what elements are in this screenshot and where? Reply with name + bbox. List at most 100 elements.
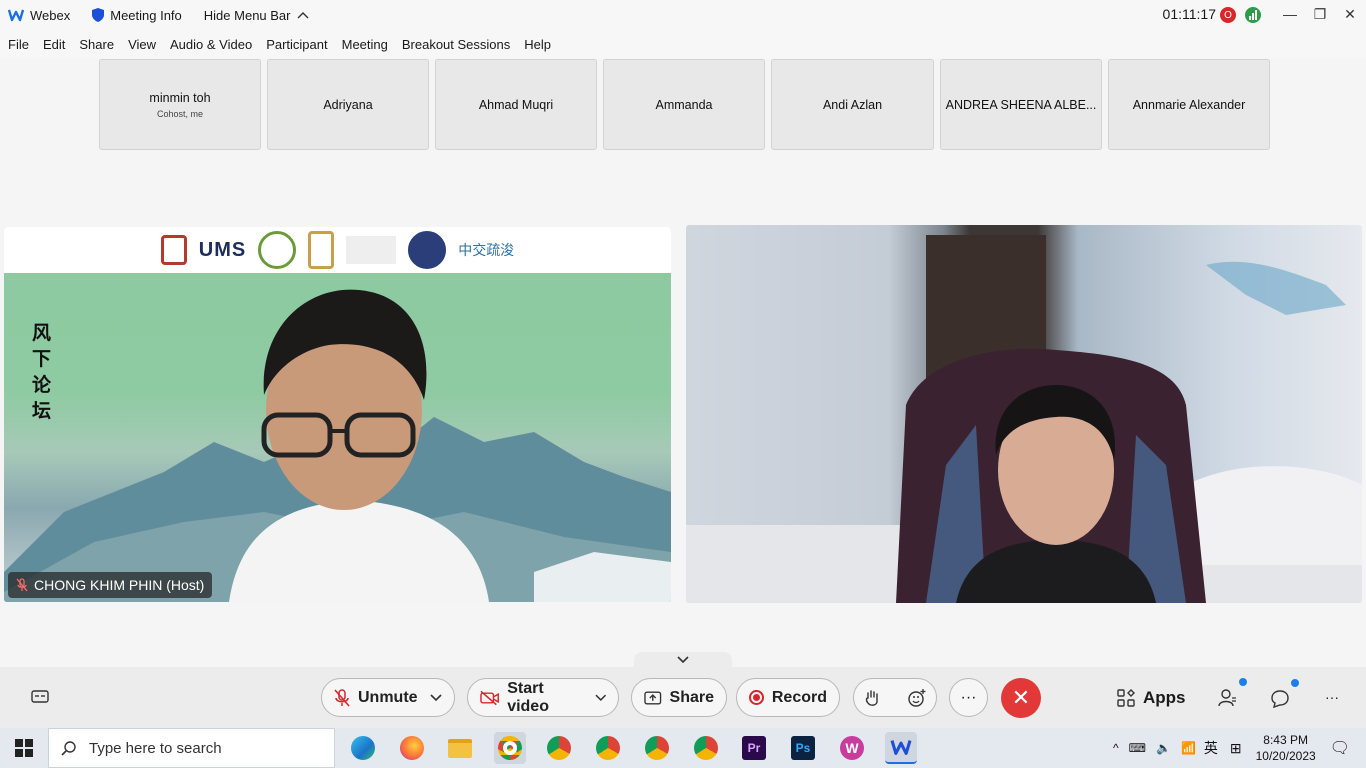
participant-tile[interactable]: Annmarie Alexander xyxy=(1108,59,1270,150)
university-crest-icon xyxy=(160,235,187,265)
clock-time: 8:43 PM xyxy=(1263,733,1308,747)
windows-logo-icon xyxy=(15,739,33,757)
participant-role: Cohost, me xyxy=(156,108,204,119)
title-bar: Webex Meeting Info Hide Menu Bar 01:11:1… xyxy=(0,0,1366,30)
chevron-up-icon[interactable]: ^ xyxy=(1113,741,1119,755)
ime-mode-icon[interactable]: ⊞ xyxy=(1230,740,1242,757)
meeting-info-label: Meeting Info xyxy=(110,7,182,23)
start-video-button[interactable]: Start video xyxy=(467,678,619,717)
host-name-tag: CHONG KHIM PHIN (Host) xyxy=(8,572,213,598)
participant-strip: minmin toh Cohost, me Adriyana Ahmad Muq… xyxy=(99,59,1270,150)
chat-icon[interactable] xyxy=(1270,689,1290,709)
app-title: Webex xyxy=(8,8,70,23)
recording-indicator[interactable]: O xyxy=(1220,7,1236,23)
search-icon xyxy=(61,741,76,756)
participant-tile[interactable]: Ahmad Muqri xyxy=(435,59,597,150)
participant-tile[interactable]: minmin toh Cohost, me xyxy=(99,59,261,150)
participant-tile[interactable]: Andi Azlan xyxy=(771,59,934,150)
network-health-icon[interactable] xyxy=(1245,7,1261,23)
wps-office-icon[interactable]: W xyxy=(836,732,868,764)
captions-icon[interactable] xyxy=(31,689,49,705)
input-indicator-icon[interactable]: ⌨ xyxy=(1129,741,1146,755)
taskbar-search[interactable]: Type here to search xyxy=(48,728,335,768)
volume-icon[interactable]: 🔈 xyxy=(1156,741,1171,755)
participants-notification-dot xyxy=(1239,678,1247,686)
minimize-icon[interactable]: — xyxy=(1278,4,1302,24)
host-name: CHONG KHIM PHIN (Host) xyxy=(34,577,205,593)
menu-audio-video[interactable]: Audio & Video xyxy=(170,37,252,52)
vertical-caption: 风下论坛 xyxy=(32,322,52,422)
chrome-profile-icon[interactable] xyxy=(543,732,575,764)
photoshop-icon[interactable]: Ps xyxy=(787,732,819,764)
start-button[interactable] xyxy=(0,728,48,768)
restore-icon[interactable]: ❐ xyxy=(1308,4,1332,24)
system-tray: ^ ⌨ 🔈 📶 英 ⊞ 8:43 PM 10/20/2023 🗨 xyxy=(1113,728,1366,768)
start-video-label: Start video xyxy=(507,679,549,715)
participant-name: Annmarie Alexander xyxy=(1132,97,1246,112)
unmute-button[interactable]: Unmute xyxy=(321,678,455,717)
cccc-dredging-logo: 中交疏浚 xyxy=(458,242,515,258)
menu-participant[interactable]: Participant xyxy=(266,37,327,52)
edge-icon[interactable] xyxy=(347,732,379,764)
meeting-toolbar: Unmute Start video Share Record ··· ✕ Ap… xyxy=(0,667,1366,728)
meeting-info-button[interactable]: Meeting Info xyxy=(92,8,182,23)
file-explorer-icon[interactable] xyxy=(444,732,476,764)
firefox-icon[interactable] xyxy=(396,732,428,764)
participant-name: Adriyana xyxy=(323,97,373,112)
ime-language[interactable]: 英 xyxy=(1204,738,1218,758)
participant-person-image xyxy=(896,348,1206,603)
chevron-up-icon xyxy=(297,12,308,19)
menu-edit[interactable]: Edit xyxy=(43,37,65,52)
taskbar-clock[interactable]: 8:43 PM 10/20/2023 xyxy=(1256,732,1316,764)
menu-file[interactable]: File xyxy=(8,37,29,52)
chrome-profile-m-icon[interactable] xyxy=(494,732,526,764)
wifi-icon[interactable]: 📶 xyxy=(1181,741,1196,755)
foundation-text-logo xyxy=(346,236,397,264)
webex-taskbar-icon[interactable] xyxy=(885,732,917,764)
close-icon[interactable]: ✕ xyxy=(1338,4,1362,24)
menu-breakout-sessions[interactable]: Breakout Sessions xyxy=(402,37,510,52)
overflow-menu-icon[interactable]: ··· xyxy=(1325,689,1339,705)
chevron-down-icon[interactable] xyxy=(594,694,607,702)
record-button[interactable]: Record xyxy=(736,678,840,717)
share-button[interactable]: Share xyxy=(631,678,727,717)
menu-help[interactable]: Help xyxy=(524,37,551,52)
reaction-emoji-icon[interactable] xyxy=(907,688,927,708)
participant-name: Andi Azlan xyxy=(822,97,883,112)
chrome-icon[interactable] xyxy=(690,732,722,764)
raise-hand-icon[interactable] xyxy=(864,689,880,707)
notification-center-icon[interactable]: 🗨 xyxy=(1330,738,1350,758)
participant-tile[interactable]: Adriyana xyxy=(267,59,429,150)
premiere-pro-icon[interactable]: Pr xyxy=(738,732,770,764)
chevron-down-icon xyxy=(677,656,689,664)
menu-view[interactable]: View xyxy=(128,37,156,52)
leave-meeting-button[interactable]: ✕ xyxy=(1001,678,1041,718)
share-label: Share xyxy=(669,688,714,706)
windows-taskbar: Type here to search Pr Ps W ^ ⌨ 🔈 📶 英 ⊞ … xyxy=(0,728,1366,768)
shield-icon xyxy=(92,8,105,22)
collapse-toolbar-button[interactable] xyxy=(634,652,732,668)
host-person-image xyxy=(229,289,489,602)
apps-button[interactable]: Apps xyxy=(1117,678,1186,717)
association-seal-icon xyxy=(258,231,297,269)
more-options-button[interactable]: ··· xyxy=(949,678,988,717)
apps-icon xyxy=(1117,688,1135,707)
menu-bar: File Edit Share View Audio & Video Parti… xyxy=(0,30,1366,58)
mic-muted-icon xyxy=(334,688,350,707)
record-label: Record xyxy=(771,688,827,706)
participants-icon[interactable] xyxy=(1218,688,1238,708)
hide-menu-bar-button[interactable]: Hide Menu Bar xyxy=(204,8,309,23)
participant-tile[interactable]: ANDREA SHEENA ALBE... xyxy=(940,59,1102,150)
chrome-profile-icon[interactable] xyxy=(592,732,624,764)
host-video[interactable]: UMS 中交疏浚 风下论坛 CHONG KHIM PHIN (Host) xyxy=(4,227,671,602)
participant-video[interactable] xyxy=(686,225,1362,603)
record-icon xyxy=(749,690,764,705)
menu-share[interactable]: Share xyxy=(79,37,114,52)
participant-tile[interactable]: Ammanda xyxy=(603,59,765,150)
unmute-label: Unmute xyxy=(358,688,418,706)
chrome-profile-icon[interactable] xyxy=(641,732,673,764)
chevron-down-icon[interactable] xyxy=(429,693,442,702)
menu-meeting[interactable]: Meeting xyxy=(342,37,388,52)
participant-name: minmin toh xyxy=(149,90,211,105)
chat-notification-dot xyxy=(1291,679,1299,687)
